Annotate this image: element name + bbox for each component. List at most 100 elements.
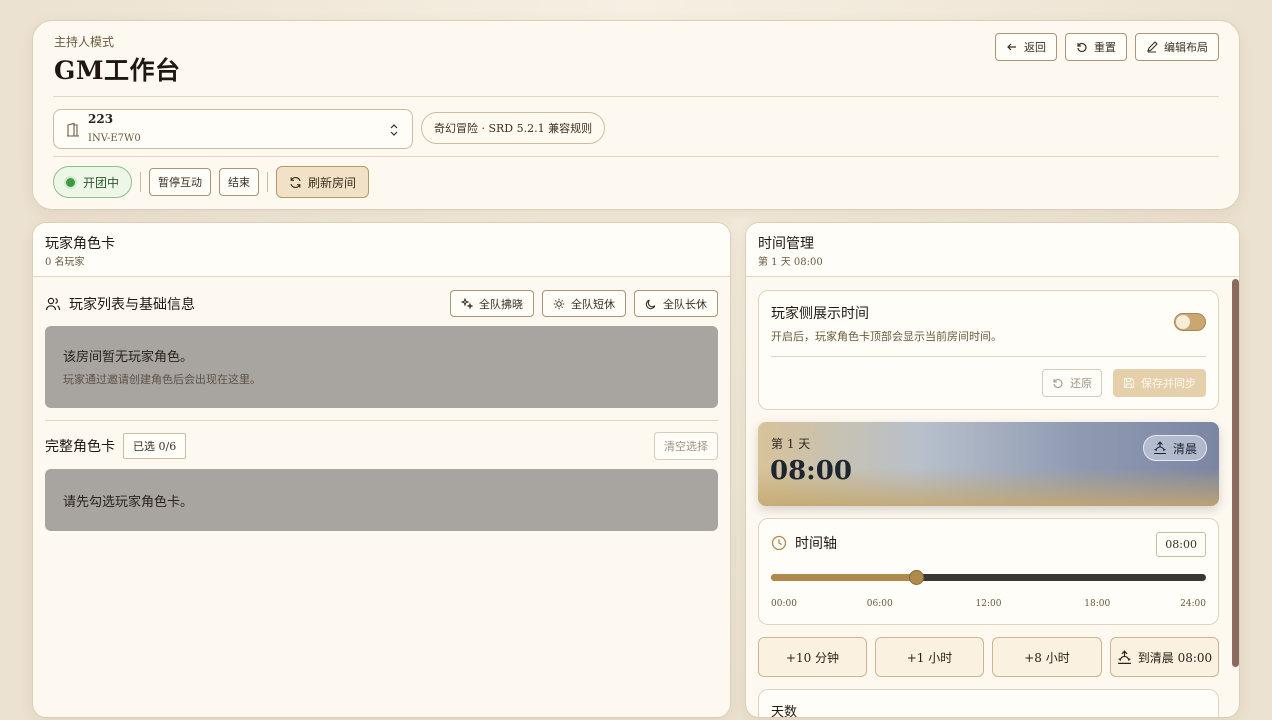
days-label: 天数 xyxy=(771,705,798,718)
days-card: 天数 xyxy=(758,689,1219,718)
room-select[interactable]: 223 INV-E7W0 xyxy=(53,109,413,149)
undo-icon xyxy=(1053,378,1063,388)
full-cards-title: 完整角色卡 已选 0/6 xyxy=(45,432,187,460)
current-day: 第 1 天 xyxy=(771,437,811,451)
quick-time-actions: +10 分钟 +1 小时 +8 小时 到清晨 08:00 xyxy=(758,637,1219,677)
pencil-icon xyxy=(1147,41,1158,53)
selection-count-badge: 已选 0/6 xyxy=(123,433,187,459)
panel-scrollbar[interactable] xyxy=(1232,279,1239,667)
panel-title: 时间管理 xyxy=(758,236,814,252)
save-sync-button[interactable]: 保存并同步 xyxy=(1113,369,1206,397)
slider-fill xyxy=(771,574,916,581)
party-long-rest-button[interactable]: 全队长休 xyxy=(634,290,718,317)
full-cards-empty-message: 请先勾选玩家角色卡。 xyxy=(63,495,194,510)
empty-message: 该房间暂无玩家角色。 xyxy=(63,350,194,365)
session-controls: 开团中 暂停互动 结束 刷新房间 xyxy=(53,166,370,198)
display-time-desc: 开启后，玩家角色卡顶部会显示当前房间时间。 xyxy=(771,330,1002,343)
restore-label: 还原 xyxy=(1070,377,1092,390)
timeline-value-input[interactable]: 08:00 xyxy=(1156,532,1206,557)
refresh-icon xyxy=(290,176,301,188)
section-divider xyxy=(45,420,718,421)
player-cards-panel: 玩家角色卡 0 名玩家 玩家列表与基础信息 全队拂晓 全队短休 全队长休 该房间… xyxy=(32,222,731,718)
time-management-panel: 时间管理 第 1 天 08:00 玩家侧展示时间 开启后，玩家角色卡顶部会显示当… xyxy=(745,222,1240,718)
panel-header: 时间管理 第 1 天 08:00 xyxy=(746,223,1239,277)
timeline-title: 时间轴 xyxy=(771,533,837,553)
tick-label: 24:00 xyxy=(1180,599,1206,609)
timeline-card: 时间轴 08:00 00:00 06:00 12:00 18:00 24:00 xyxy=(758,518,1219,625)
party-actions: 全队拂晓 全队短休 全队长休 xyxy=(450,290,718,317)
save-icon xyxy=(1124,378,1134,388)
tick-label: 18:00 xyxy=(1084,599,1111,609)
back-button[interactable]: 返回 xyxy=(995,33,1057,61)
full-cards-label: 完整角色卡 xyxy=(45,439,115,455)
sparkles-icon xyxy=(461,297,473,310)
edit-layout-button[interactable]: 编辑布局 xyxy=(1135,33,1219,61)
period-badge: 清晨 xyxy=(1142,435,1207,461)
party-dawn-button[interactable]: 全队拂晓 xyxy=(450,290,534,317)
current-time: 08:00 xyxy=(770,456,852,486)
page-title: GM工作台 xyxy=(54,56,181,85)
toggle-knob xyxy=(1176,315,1190,329)
pause-interaction-button[interactable]: 暂停互动 xyxy=(149,168,212,196)
timeline-label: 时间轴 xyxy=(795,536,837,552)
jump-to-dawn-label: 到清晨 08:00 xyxy=(1137,650,1213,665)
save-sync-label: 保存并同步 xyxy=(1141,377,1196,390)
clock-icon xyxy=(771,535,787,551)
sunrise-icon xyxy=(1117,649,1131,664)
rotate-icon xyxy=(1077,42,1087,53)
panel-header: 玩家角色卡 0 名玩家 xyxy=(33,223,730,277)
header-actions: 返回 重置 编辑布局 xyxy=(995,33,1219,61)
sunrise-icon xyxy=(1153,441,1166,455)
party-short-rest-label: 全队短休 xyxy=(571,297,615,311)
party-short-rest-button[interactable]: 全队短休 xyxy=(542,290,626,317)
separator xyxy=(267,172,269,192)
header-divider-2 xyxy=(53,156,1219,157)
party-long-rest-label: 全队长休 xyxy=(663,297,707,311)
tick-label: 00:00 xyxy=(771,599,797,609)
refresh-room-label: 刷新房间 xyxy=(308,175,357,190)
room-name: 223 xyxy=(88,112,114,126)
gm-header-card: 主持人模式 GM工作台 返回 重置 编辑布局 223 INV-E7W0 奇幻冒险… xyxy=(32,20,1240,210)
separator xyxy=(140,172,142,192)
current-time-summary: 第 1 天 08:00 xyxy=(758,257,823,268)
add-10-min-button[interactable]: +10 分钟 xyxy=(758,637,867,677)
tick-label: 06:00 xyxy=(866,599,893,609)
status-badge: 开团中 xyxy=(53,166,133,198)
timeline-ticks: 00:00 06:00 12:00 18:00 24:00 xyxy=(771,599,1206,611)
card-divider xyxy=(771,356,1206,357)
tick-label: 12:00 xyxy=(975,599,1002,609)
clear-selection-button[interactable]: 清空选择 xyxy=(654,432,718,460)
full-cards-empty-state: 请先勾选玩家角色卡。 xyxy=(45,469,718,531)
timeline-slider[interactable] xyxy=(771,570,1206,585)
add-8-hours-button[interactable]: +8 小时 xyxy=(992,637,1102,677)
reset-button[interactable]: 重置 xyxy=(1065,33,1127,61)
edit-layout-label: 编辑布局 xyxy=(1164,41,1208,54)
end-session-button[interactable]: 结束 xyxy=(219,168,260,196)
party-dawn-label: 全队拂晓 xyxy=(479,297,523,311)
player-list-label: 玩家列表与基础信息 xyxy=(69,297,195,313)
status-label: 开团中 xyxy=(83,175,120,190)
sun-icon xyxy=(553,298,565,309)
moon-icon xyxy=(645,299,656,309)
restore-button[interactable]: 还原 xyxy=(1042,369,1102,397)
player-list-empty-state: 该房间暂无玩家角色。 玩家通过邀请创建角色后会出现在这里。 xyxy=(45,326,718,408)
users-icon xyxy=(45,297,61,311)
reset-label: 重置 xyxy=(1094,41,1116,54)
back-label: 返回 xyxy=(1024,41,1046,54)
door-icon xyxy=(67,122,79,137)
player-list-title: 玩家列表与基础信息 xyxy=(45,294,195,314)
header-divider xyxy=(53,96,1219,97)
room-code: INV-E7W0 xyxy=(88,133,141,144)
mode-label: 主持人模式 xyxy=(54,35,115,49)
refresh-room-button[interactable]: 刷新房间 xyxy=(276,166,370,198)
display-time-card: 玩家侧展示时间 开启后，玩家角色卡顶部会显示当前房间时间。 还原 保存并同步 xyxy=(758,290,1219,410)
status-dot-icon xyxy=(66,177,75,187)
display-time-title: 玩家侧展示时间 xyxy=(771,306,869,322)
jump-to-dawn-button[interactable]: 到清晨 08:00 xyxy=(1110,637,1219,677)
rules-badge: 奇幻冒险 · SRD 5.2.1 兼容规则 xyxy=(421,112,606,144)
panel-title: 玩家角色卡 xyxy=(45,236,115,252)
add-1-hour-button[interactable]: +1 小时 xyxy=(875,637,984,677)
chevron-up-down-icon xyxy=(390,124,398,136)
slider-thumb[interactable] xyxy=(908,570,924,585)
display-time-toggle[interactable] xyxy=(1174,313,1206,331)
